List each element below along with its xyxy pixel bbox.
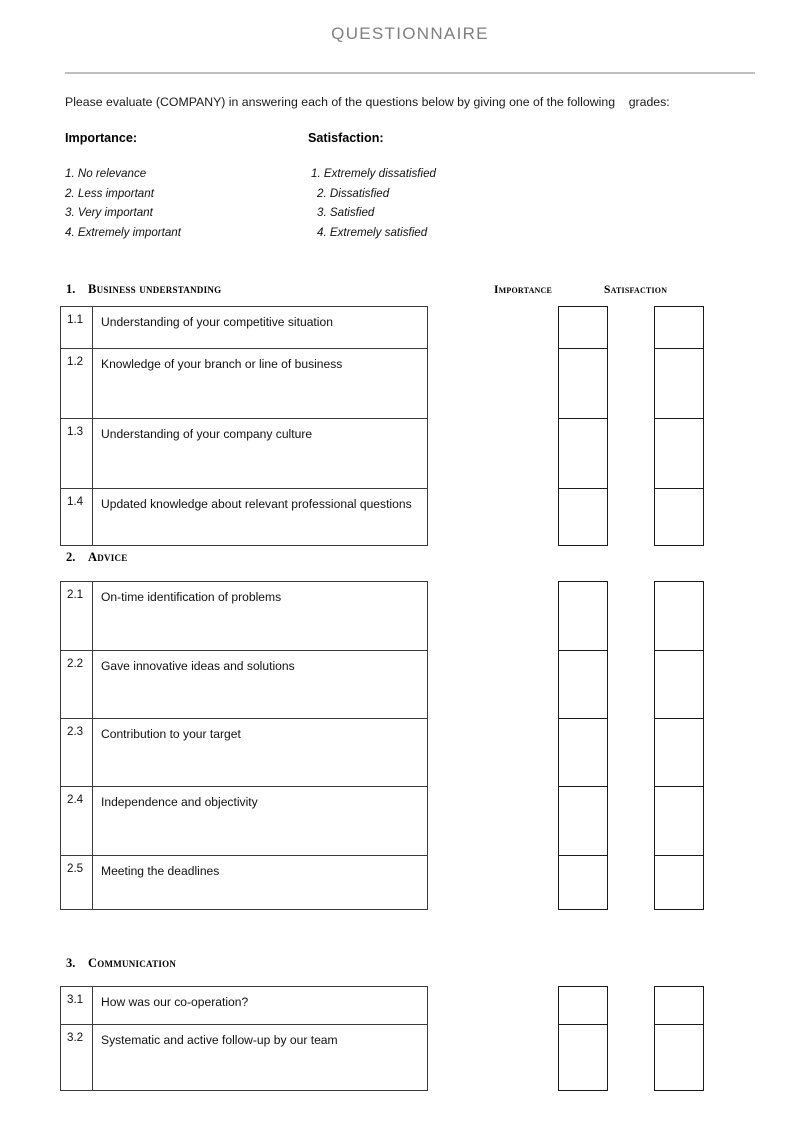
answer-box-satisfaction-1.2[interactable] — [655, 349, 703, 419]
answer-box-importance-1.1[interactable] — [559, 307, 607, 349]
question-text: Systematic and active follow-up by our t… — [101, 1033, 338, 1047]
question-text: How was our co-operation? — [101, 995, 249, 1009]
answer-box-satisfaction-1.3[interactable] — [655, 419, 703, 489]
answer-box-importance-1.4[interactable] — [559, 489, 607, 545]
answer-box-importance-1.3[interactable] — [559, 419, 607, 489]
satisfaction-legend-heading: Satisfaction: — [308, 131, 384, 145]
answer-box-importance-3.1[interactable] — [559, 987, 607, 1025]
answer-box-satisfaction-2.5[interactable] — [655, 856, 703, 909]
question-text: Independence and objectivity — [101, 795, 258, 809]
question-number: 1.2 — [61, 349, 93, 418]
answer-box-satisfaction-2.1[interactable] — [655, 582, 703, 651]
table-row: 2.5 Meeting the deadlines — [61, 856, 427, 909]
question-table: 1.1 Understanding of your competitive sit… — [60, 306, 428, 546]
answer-box-satisfaction-3.1[interactable] — [655, 987, 703, 1025]
answer-box-importance-2.1[interactable] — [559, 582, 607, 651]
question-number: 3.2 — [61, 1025, 93, 1090]
answer-box-satisfaction-1.1[interactable] — [655, 307, 703, 349]
question-number: 2.1 — [61, 582, 93, 650]
answer-box-column-satisfaction — [654, 986, 704, 1091]
table-row: 2.3 Contribution to your target — [61, 719, 427, 787]
section-heading: 1. Business understanding — [66, 282, 221, 297]
answer-box-column-satisfaction — [654, 306, 704, 546]
table-row: 3.2 Systematic and active follow-up by ou… — [61, 1025, 427, 1090]
question-number: 1.1 — [61, 307, 93, 348]
questionnaire-page: QUESTIONNAIRE Please evaluate (COMPANY) … — [0, 0, 793, 1122]
question-text: Updated knowledge about relevant profess… — [101, 497, 412, 511]
importance-legend-list: 1. No relevance 2. Less important 3. Ver… — [65, 164, 181, 242]
answer-box-column-importance — [558, 581, 608, 910]
answer-box-importance-2.4[interactable] — [559, 787, 607, 856]
section-number: 3. — [66, 956, 76, 970]
question-number: 2.4 — [61, 787, 93, 855]
answer-box-satisfaction-2.4[interactable] — [655, 787, 703, 856]
question-table: 3.1 How was our co-operation? 3.2 Systemati… — [60, 986, 428, 1091]
section-title: Communication — [88, 956, 177, 970]
question-text: Knowledge of your branch or line of busi… — [101, 357, 343, 371]
question-text: Understanding of your competitive situat… — [101, 315, 333, 329]
answer-box-satisfaction-2.2[interactable] — [655, 651, 703, 719]
answer-box-importance-3.2[interactable] — [559, 1025, 607, 1090]
question-number: 2.5 — [61, 856, 93, 909]
table-row: 1.4 Updated knowledge about relevant prof… — [61, 489, 427, 545]
section-title: Business understanding — [88, 282, 222, 296]
section-heading: 3. Communication — [66, 956, 176, 971]
legend-item: 3. Satisfied — [317, 206, 375, 219]
question-text: Gave innovative ideas and solutions — [101, 659, 295, 673]
legend-item: 1. No relevance — [65, 167, 147, 180]
table-row: 1.1 Understanding of your competitive sit… — [61, 307, 427, 349]
question-text: Meeting the deadlines — [101, 864, 220, 878]
table-row: 1.2 Knowledge of your branch or line of b… — [61, 349, 427, 419]
section-heading: 2. Advice — [66, 550, 128, 565]
answer-box-column-importance — [558, 306, 608, 546]
importance-legend-heading: Importance: — [65, 131, 138, 145]
answer-box-importance-2.2[interactable] — [559, 651, 607, 719]
title-divider — [65, 72, 755, 74]
legend-item: 2. Less important — [65, 186, 154, 200]
answer-box-importance-1.2[interactable] — [559, 349, 607, 419]
question-number: 2.3 — [61, 719, 93, 786]
section-number: 1. — [66, 282, 76, 296]
answer-box-satisfaction-1.4[interactable] — [655, 489, 703, 545]
answer-box-importance-2.5[interactable] — [559, 856, 607, 909]
legend-item: 4. Extremely important — [65, 225, 181, 239]
page-title: QUESTIONNAIRE — [331, 24, 489, 43]
table-row: 3.1 How was our co-operation? — [61, 987, 427, 1025]
legend-item: 4. Extremely satisfied — [317, 225, 428, 239]
question-text: On-time identification of problems — [101, 590, 282, 604]
table-row: 2.2 Gave innovative ideas and solutions — [61, 651, 427, 719]
answer-box-satisfaction-3.2[interactable] — [655, 1025, 703, 1090]
question-number: 1.3 — [61, 419, 93, 488]
section-title: Advice — [88, 550, 128, 564]
legend-item: 2. Dissatisfied — [317, 186, 390, 200]
question-number: 2.2 — [61, 651, 93, 718]
answer-box-column-importance — [558, 986, 608, 1091]
answer-box-importance-2.3[interactable] — [559, 719, 607, 787]
table-row: 2.1 On-time identification of problems — [61, 582, 427, 651]
column-header-satisfaction: Satisfaction — [604, 284, 668, 296]
answer-box-column-satisfaction — [654, 581, 704, 910]
legend-item: 1. Extremely dissatisfied — [311, 167, 437, 180]
section-number: 2. — [66, 550, 76, 564]
satisfaction-legend-list: 1. Extremely dissatisfied 2. Dissatisfie… — [311, 164, 436, 242]
question-number: 1.4 — [61, 489, 93, 545]
legend-item: 3. Very important — [65, 206, 153, 219]
question-text: Contribution to your target — [101, 727, 241, 741]
question-text: Understanding of your company culture — [101, 427, 313, 441]
answer-box-satisfaction-2.3[interactable] — [655, 719, 703, 787]
question-table: 2.1 On-time identification of problems 2.2… — [60, 581, 428, 910]
table-row: 2.4 Independence and objectivity — [61, 787, 427, 856]
table-row: 1.3 Understanding of your company culture — [61, 419, 427, 489]
question-number: 3.1 — [61, 987, 93, 1024]
column-header-importance: Importance — [494, 284, 553, 296]
intro-text: Please evaluate (COMPANY) in answering e… — [65, 95, 670, 109]
